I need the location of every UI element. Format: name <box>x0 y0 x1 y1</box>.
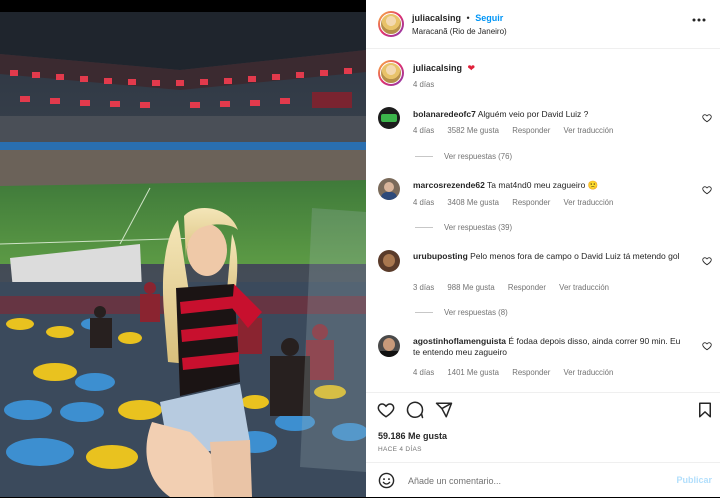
more-options-icon[interactable] <box>692 18 706 22</box>
bookmark-icon[interactable] <box>696 401 714 419</box>
comment-text: Ta mat4nd0 meu zagueiro 🙁 <box>487 180 599 190</box>
heart-icon[interactable] <box>702 256 712 266</box>
comment-time: 4 días <box>413 126 435 135</box>
post-actions: 59.186 Me gusta HACE 4 DÍAS <box>366 392 720 463</box>
comment-meta: 4 días 3582 Me gusta Responder Ver tradu… <box>413 126 624 135</box>
reply-link[interactable]: Responder <box>512 198 550 207</box>
publish-button[interactable]: Publicar <box>676 475 712 485</box>
comment-time: 4 días <box>413 368 435 377</box>
comment-likes[interactable]: 1401 Me gusta <box>447 368 499 377</box>
comment-body: marcosrezende62 Ta mat4nd0 meu zagueiro … <box>413 180 683 191</box>
comment-icon[interactable] <box>406 401 424 419</box>
author-avatar[interactable] <box>378 11 404 37</box>
heart-emoji: ❤ <box>467 63 476 73</box>
caption-avatar[interactable] <box>378 60 404 86</box>
comment-username[interactable]: agostinhoflamenguista <box>413 336 506 346</box>
view-replies[interactable]: Ver respuestas (39) <box>415 223 512 232</box>
reply-link[interactable]: Responder <box>508 283 546 292</box>
caption: juliacalsing ❤ <box>413 63 683 74</box>
post-date: HACE 4 DÍAS <box>378 446 422 453</box>
post-location[interactable]: Maracanã (Rio de Janeiro) <box>412 27 507 36</box>
comment-time: 3 días <box>413 283 435 292</box>
commenter-avatar[interactable] <box>378 107 400 129</box>
author-username[interactable]: juliacalsing <box>412 13 461 23</box>
likes-count[interactable]: 59.186 Me gusta <box>378 431 447 441</box>
post-sidebar: juliacalsing • Seguir Maracanã (Rio de J… <box>366 0 720 497</box>
comment-username[interactable]: marcosrezende62 <box>413 180 485 190</box>
reply-link[interactable]: Responder <box>512 126 550 135</box>
separator-dot: • <box>466 13 470 23</box>
commenter-avatar[interactable] <box>378 335 400 357</box>
comment-text: Alguém veio por David Luiz ? <box>477 109 589 119</box>
post-header: juliacalsing • Seguir Maracanã (Rio de J… <box>366 0 720 49</box>
instagram-post-viewer: juliacalsing • Seguir Maracanã (Rio de J… <box>0 0 720 497</box>
comment-body: bolanaredeofc7 Alguém veio por David Lui… <box>413 109 683 120</box>
comment-meta: 3 días 988 Me gusta Responder Ver traduc… <box>413 283 620 292</box>
translate-link[interactable]: Ver traducción <box>564 126 614 135</box>
comment-body: agostinhoflamenguista É fodaa depois dis… <box>413 336 683 358</box>
stadium-photo-illustration <box>0 12 366 497</box>
translate-link[interactable]: Ver traducción <box>564 198 614 207</box>
comment-meta: 4 días 3408 Me gusta Responder Ver tradu… <box>413 198 624 207</box>
share-icon[interactable] <box>435 401 453 419</box>
comments-list[interactable]: juliacalsing ❤ 4 días bolanaredeofc7 Alg… <box>366 55 720 392</box>
heart-icon[interactable] <box>702 341 712 351</box>
comment-username[interactable]: urubuposting <box>413 251 468 261</box>
comment-likes[interactable]: 3408 Me gusta <box>447 198 499 207</box>
heart-icon[interactable] <box>702 113 712 123</box>
follow-button[interactable]: Seguir <box>475 13 503 23</box>
like-heart-icon[interactable] <box>377 401 395 419</box>
comment-username[interactable]: bolanaredeofc7 <box>413 109 476 119</box>
comment-composer: Publicar <box>366 462 720 498</box>
commenter-avatar[interactable] <box>378 178 400 200</box>
heart-icon[interactable] <box>702 185 712 195</box>
comment-input[interactable] <box>406 472 650 490</box>
caption-time: 4 días <box>413 80 435 89</box>
translate-link[interactable]: Ver traducción <box>564 368 614 377</box>
comment-likes[interactable]: 988 Me gusta <box>447 283 494 292</box>
comment-text: Pelo menos fora de campo o David Luiz tá… <box>470 251 680 261</box>
view-replies[interactable]: Ver respuestas (8) <box>415 308 508 317</box>
commenter-avatar[interactable] <box>378 250 400 272</box>
caption-username[interactable]: juliacalsing <box>413 63 462 73</box>
comment-likes[interactable]: 3582 Me gusta <box>447 126 499 135</box>
view-replies[interactable]: Ver respuestas (76) <box>415 152 512 161</box>
emoji-icon[interactable] <box>378 472 395 489</box>
reply-link[interactable]: Responder <box>512 368 550 377</box>
comment-meta: 4 días 1401 Me gusta Responder Ver tradu… <box>413 368 624 377</box>
post-photo[interactable] <box>0 12 366 497</box>
comment-body: urubuposting Pelo menos fora de campo o … <box>413 251 683 262</box>
comment-time: 4 días <box>413 198 435 207</box>
translate-link[interactable]: Ver traducción <box>559 283 609 292</box>
